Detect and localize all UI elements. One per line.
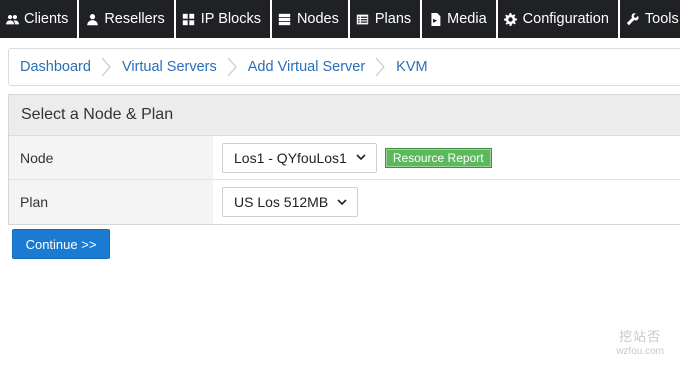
breadcrumb-kvm[interactable]: KVM [396, 59, 427, 75]
nav-tools[interactable]: Tools [619, 0, 680, 38]
nav-configuration[interactable]: Configuration [497, 0, 618, 38]
node-plan-panel: Select a Node & Plan Node Los1 - QYfouLo… [8, 94, 680, 225]
watermark: 挖站否 wzfou.com [616, 326, 664, 357]
chevron-right-icon [100, 57, 112, 77]
grid-icon [182, 12, 196, 26]
nav-clients[interactable]: Clients [0, 0, 78, 38]
plan-label: Plan [9, 180, 213, 224]
nav-media[interactable]: Media [422, 0, 496, 38]
node-label: Node [9, 136, 213, 179]
chevron-right-icon [226, 57, 238, 77]
nav-label: Resellers [104, 11, 165, 27]
file-icon [428, 12, 442, 26]
chevron-right-icon [374, 57, 386, 77]
nav-label: Tools [644, 11, 679, 27]
server-icon [278, 12, 292, 26]
nav-ip-blocks[interactable]: IP Blocks [175, 0, 270, 38]
resource-report-button[interactable]: Resource Report [384, 147, 492, 168]
watermark-sub: wzfou.com [616, 346, 664, 357]
nav-label: IP Blocks [200, 11, 261, 27]
users-icon [5, 12, 19, 26]
nav-nodes[interactable]: Nodes [271, 0, 348, 38]
node-select-value: Los1 - QYfouLos1 [234, 149, 347, 166]
plan-row: Plan US Los 512MB [9, 180, 680, 224]
nav-plans[interactable]: Plans [349, 0, 421, 38]
chevron-down-icon [337, 198, 347, 206]
gear-icon [504, 12, 518, 26]
nav-label: Media [447, 11, 487, 27]
plan-select-value: US Los 512MB [234, 194, 329, 210]
nav-resellers[interactable]: Resellers [79, 0, 174, 38]
node-select[interactable]: Los1 - QYfouLos1 [222, 142, 377, 173]
panel-title: Select a Node & Plan [9, 95, 680, 136]
node-row: Node Los1 - QYfouLos1 Resource Report [9, 136, 680, 180]
breadcrumb-dashboard[interactable]: Dashboard [20, 59, 91, 75]
nav-label: Configuration [522, 11, 609, 27]
breadcrumb-virtual-servers[interactable]: Virtual Servers [122, 59, 217, 75]
chevron-down-icon [356, 154, 366, 161]
nav-label: Plans [374, 11, 412, 27]
breadcrumb: Dashboard Virtual Servers Add Virtual Se… [8, 48, 680, 86]
top-nav: Clients Resellers IP Blocks Nodes Plans … [0, 0, 680, 38]
continue-button[interactable]: Continue >> [12, 229, 110, 259]
user-icon [85, 12, 99, 26]
watermark-main: 挖站否 [619, 329, 662, 344]
list-icon [356, 12, 370, 26]
nav-label: Nodes [296, 11, 339, 27]
node-field: Los1 - QYfouLos1 Resource Report [213, 136, 680, 179]
plan-field: US Los 512MB [213, 180, 680, 224]
breadcrumb-add-virtual-server[interactable]: Add Virtual Server [248, 59, 365, 75]
plan-select[interactable]: US Los 512MB [222, 187, 359, 217]
nav-label: Clients [24, 11, 69, 27]
wrench-icon [626, 12, 640, 26]
